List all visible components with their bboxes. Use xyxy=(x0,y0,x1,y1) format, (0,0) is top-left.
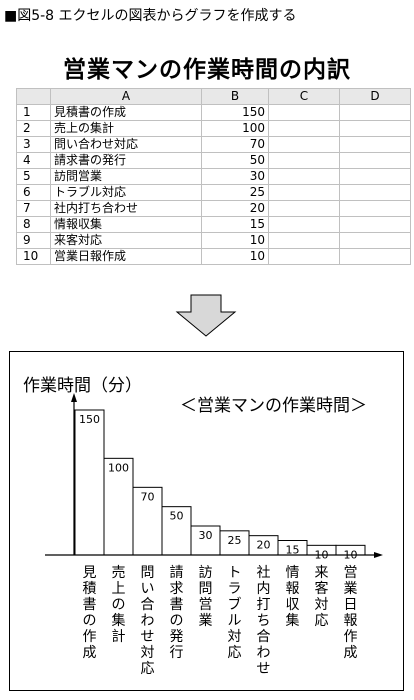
data-label: 20 xyxy=(257,539,271,552)
data-label: 25 xyxy=(228,534,242,547)
category-label: 訪問営業 xyxy=(198,565,213,629)
data-label: 100 xyxy=(108,461,129,474)
category-label: トラブル対応 xyxy=(227,565,242,661)
y-axis-arrow-icon xyxy=(71,393,77,402)
data-label: 50 xyxy=(170,510,184,523)
x-axis-arrow-icon xyxy=(374,552,383,558)
category-label: 営業日報作成 xyxy=(343,565,358,661)
category-label: 請求書の発行 xyxy=(169,565,184,661)
category-label: 来客対応 xyxy=(314,565,329,629)
data-label: 30 xyxy=(199,529,213,542)
category-label: 売上の集計 xyxy=(111,565,126,645)
category-label: 見積書の作成 xyxy=(82,565,97,661)
data-label: 70 xyxy=(141,490,155,503)
data-label: 150 xyxy=(79,413,100,426)
category-label: 社内打ち合わせ xyxy=(256,565,271,677)
category-label: 情報収集 xyxy=(285,565,300,629)
bar xyxy=(74,409,105,556)
category-label: 問い合わせ対応 xyxy=(140,565,155,677)
